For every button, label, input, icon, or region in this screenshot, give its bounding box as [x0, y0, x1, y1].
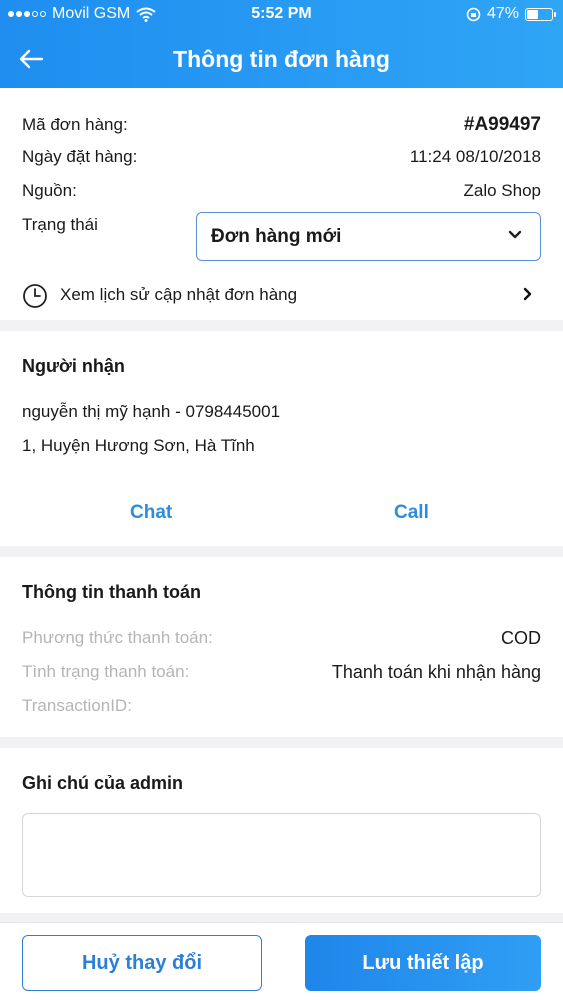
save-settings-button[interactable]: Lưu thiết lập [305, 935, 541, 991]
order-id-label: Mã đơn hàng: [22, 115, 128, 134]
order-info-section: Mã đơn hàng: #A99497 Ngày đặt hàng: 11:2… [0, 88, 563, 320]
admin-note-title: Ghi chú của admin [22, 773, 184, 793]
payment-method-value: COD [501, 628, 541, 648]
battery-fill [527, 9, 538, 19]
recipient-section: Người nhận nguyễn thị mỹ hạnh - 07984450… [0, 331, 563, 546]
page-title: Thông tin đơn hàng [173, 46, 390, 72]
admin-note-input[interactable] [22, 813, 541, 897]
order-source-label: Nguồn: [22, 181, 77, 200]
chevron-right-icon [523, 287, 532, 301]
order-date-value: 11:24 08/10/2018 [409, 147, 541, 166]
payment-section: Thông tin thanh toán Phương thức thanh t… [0, 557, 563, 737]
footer-bar: Huỷ thay đổi Lưu thiết lập [0, 922, 563, 1000]
call-button[interactable]: Call [394, 502, 429, 524]
battery-icon [525, 7, 556, 21]
cancel-changes-button[interactable]: Huỷ thay đổi [22, 935, 262, 991]
admin-note-section: Ghi chú của admin [0, 748, 563, 913]
recipient-name-phone: nguyễn thị mỹ hạnh - 0798445001 [22, 402, 281, 421]
orientation-lock-icon [466, 7, 481, 21]
status-bar: Movil GSM 5:52 PM 47% [0, 0, 563, 30]
recipient-address: 1, Huyện Hương Sơn, Hà Tĩnh [22, 436, 255, 455]
payment-status-label: Tình trạng thanh toán: [22, 662, 190, 681]
navbar: Thông tin đơn hàng [0, 30, 563, 88]
order-history-label: Xem lịch sử cập nhật đơn hàng [60, 285, 298, 304]
transaction-id-label: TransactionID: [22, 696, 132, 715]
order-status-label: Trạng thái [22, 215, 98, 234]
order-id-value: #A99497 [463, 114, 541, 135]
status-bar-right: 47% [466, 5, 556, 23]
order-history-link[interactable]: Xem lịch sử cập nhật đơn hàng [22, 281, 541, 311]
payment-method-label: Phương thức thanh toán: [22, 628, 213, 647]
recipient-title: Người nhận [22, 356, 125, 376]
battery-percent: 47% [486, 5, 519, 22]
payment-title: Thông tin thanh toán [22, 582, 201, 602]
chevron-down-icon [508, 230, 522, 239]
payment-status-value: Thanh toán khi nhận hàng [331, 662, 541, 682]
order-date-label: Ngày đặt hàng: [22, 147, 138, 166]
order-status-value: Đơn hàng mới [211, 226, 342, 247]
app-header: Movil GSM 5:52 PM 47% Thông tin đơn hàng [0, 0, 563, 88]
clock-icon [23, 284, 47, 308]
order-status-select[interactable]: Đơn hàng mới [196, 212, 541, 261]
chat-button[interactable]: Chat [130, 502, 172, 524]
order-source-value: Zalo Shop [463, 181, 542, 200]
